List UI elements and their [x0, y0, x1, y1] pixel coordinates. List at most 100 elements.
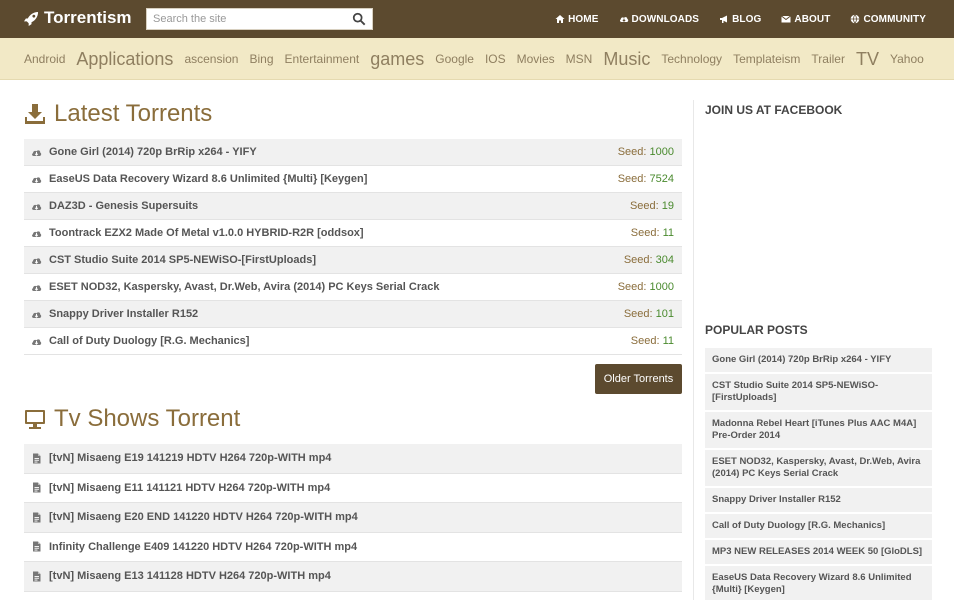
popular-post-item[interactable]: ESET NOD32, Kaspersky, Avast, Dr.Web, Av… [705, 450, 932, 488]
torrent-title[interactable]: Snappy Driver Installer R152 [49, 308, 624, 320]
globe-icon [851, 14, 860, 24]
tag-link[interactable]: Entertainment [285, 52, 360, 66]
tv-show-row[interactable]: [tvN] Misaeng E19 141219 HDTV H264 720p-… [24, 444, 682, 474]
tv-show-title[interactable]: [tvN] Misaeng E20 END 141220 HDTV H264 7… [49, 511, 682, 523]
tag-link[interactable]: games [370, 49, 424, 70]
torrent-title[interactable]: CST Studio Suite 2014 SP5-NEWiSO-[FirstU… [49, 254, 624, 266]
torrent-title[interactable]: EaseUS Data Recovery Wizard 8.6 Unlimite… [49, 173, 618, 185]
torrent-row[interactable]: Toontrack EZX2 Made Of Metal v1.0.0 HYBR… [24, 220, 682, 247]
latest-torrents-heading: Latest Torrents [24, 100, 212, 128]
file-icon [33, 571, 41, 582]
search-icon[interactable] [352, 12, 366, 26]
nav-downloads[interactable]: DOWNLOADS [619, 14, 700, 25]
nav-about[interactable]: ABOUT [781, 14, 830, 25]
row-icon [31, 255, 49, 266]
file-icon [33, 453, 41, 464]
tag-link[interactable]: Music [603, 49, 650, 70]
seed-number: 1000 [649, 146, 674, 158]
row-icon [31, 512, 49, 523]
torrent-row[interactable]: ESET NOD32, Kaspersky, Avast, Dr.Web, Av… [24, 274, 682, 301]
tag-link[interactable]: ascension [184, 52, 238, 66]
seed-count: Seed: 1000 [618, 281, 674, 293]
row-icon [31, 336, 49, 347]
tv-show-row[interactable]: [tvN] Misaeng E11 141121 HDTV H264 720p-… [24, 474, 682, 503]
search-box [146, 8, 373, 30]
popular-posts-list: Gone Girl (2014) 720p BrRip x264 - YIFY C… [705, 348, 932, 600]
envelope-icon [781, 15, 792, 23]
cloud-download-icon [619, 17, 628, 22]
torrent-row[interactable]: DAZ3D - Genesis Supersuits Seed: 19 [24, 193, 682, 220]
nav-home-label: HOME [568, 13, 599, 25]
popular-post-item[interactable]: MP3 NEW RELEASES 2014 WEEK 50 [GloDLS] [705, 540, 932, 566]
tag-link[interactable]: IOS [485, 52, 506, 66]
sidebar-divider [693, 100, 694, 600]
nav-community-label: COMMUNITY [863, 13, 926, 25]
popular-post-item[interactable]: CST Studio Suite 2014 SP5-NEWiSO-[FirstU… [705, 374, 932, 412]
tv-show-row[interactable]: Infinity Challenge E409 141220 HDTV H264… [24, 533, 682, 562]
cloud-download-icon [32, 338, 42, 345]
torrent-title[interactable]: Gone Girl (2014) 720p BrRip x264 - YIFY [49, 146, 618, 158]
tag-link[interactable]: Technology [661, 52, 722, 66]
torrent-title[interactable]: ESET NOD32, Kaspersky, Avast, Dr.Web, Av… [49, 281, 618, 293]
tv-show-row[interactable] [24, 592, 682, 600]
tag-link[interactable]: Trailer [811, 52, 845, 66]
cloud-download-icon [32, 149, 42, 156]
row-icon [31, 482, 49, 493]
tv-show-row[interactable]: [tvN] Misaeng E20 END 141220 HDTV H264 7… [24, 503, 682, 533]
tag-link[interactable]: Movies [517, 52, 555, 66]
latest-torrents-title: Latest Torrents [54, 100, 213, 127]
tv-show-title[interactable]: Infinity Challenge E409 141220 HDTV H264… [49, 541, 682, 553]
tag-link[interactable]: Google [435, 52, 474, 66]
row-icon [31, 282, 49, 293]
tv-show-title[interactable]: [tvN] Misaeng E13 141128 HDTV H264 720p-… [49, 570, 682, 582]
nav-about-label: ABOUT [794, 13, 831, 25]
seed-count: Seed: 1000 [618, 146, 674, 158]
torrent-row[interactable]: Gone Girl (2014) 720p BrRip x264 - YIFY S… [24, 139, 682, 166]
seed-label: Seed: [630, 335, 660, 347]
tv-show-title[interactable]: [tvN] Misaeng E19 141219 HDTV H264 720p-… [49, 452, 682, 464]
cloud-download-icon [32, 203, 42, 210]
search-input[interactable] [147, 9, 347, 29]
row-icon [31, 309, 49, 320]
popular-post-item[interactable]: EaseUS Data Recovery Wizard 8.6 Unlimite… [705, 566, 932, 600]
nav-home[interactable]: HOME [555, 14, 598, 25]
torrent-row[interactable]: Snappy Driver Installer R152 Seed: 101 [24, 301, 682, 328]
tag-link[interactable]: Android [24, 52, 65, 66]
popular-post-item[interactable]: Snappy Driver Installer R152 [705, 488, 932, 514]
popular-post-item[interactable]: Madonna Rebel Heart [iTunes Plus AAC M4A… [705, 412, 932, 450]
nav-downloads-label: DOWNLOADS [631, 13, 700, 25]
tag-link[interactable]: Yahoo [890, 52, 924, 66]
tag-cloud-bar: Android Applications ascension Bing Entertai… [0, 38, 954, 80]
tag-link[interactable]: MSN [566, 52, 593, 66]
row-icon [31, 571, 49, 582]
tv-show-title[interactable]: [tvN] Misaeng E11 141121 HDTV H264 720p-… [49, 482, 682, 494]
nav-blog[interactable]: BLOG [719, 14, 761, 25]
older-torrents-button[interactable]: Older Torrents [595, 364, 682, 394]
tag-link[interactable]: Bing [249, 52, 273, 66]
nav-community[interactable]: COMMUNITY [850, 14, 926, 25]
tv-show-row[interactable]: [tvN] Misaeng E13 141128 HDTV H264 720p-… [24, 562, 682, 592]
seed-label: Seed: [617, 281, 647, 293]
torrent-title[interactable]: Call of Duty Duology [R.G. Mechanics] [49, 335, 631, 347]
seed-number: 101 [655, 308, 674, 320]
torrent-title[interactable]: DAZ3D - Genesis Supersuits [49, 200, 630, 212]
torrent-row[interactable]: EaseUS Data Recovery Wizard 8.6 Unlimite… [24, 166, 682, 193]
rocket-icon [24, 11, 39, 26]
site-logo[interactable]: Torrentism [24, 8, 132, 28]
nav-blog-label: BLOG [732, 13, 762, 25]
tv-icon [25, 410, 45, 429]
torrent-title[interactable]: Toontrack EZX2 Made Of Metal v1.0.0 HYBR… [49, 227, 631, 239]
popular-post-item[interactable]: Gone Girl (2014) 720p BrRip x264 - YIFY [705, 348, 932, 374]
seed-count: Seed: 7524 [618, 173, 674, 185]
cloud-download-icon [32, 230, 42, 237]
tag-link[interactable]: Templateism [733, 52, 800, 66]
home-icon [555, 15, 565, 23]
facebook-widget [705, 125, 932, 305]
torrent-row[interactable]: Call of Duty Duology [R.G. Mechanics] See… [24, 328, 682, 355]
torrent-row[interactable]: CST Studio Suite 2014 SP5-NEWiSO-[FirstU… [24, 247, 682, 274]
tag-link[interactable]: Applications [76, 49, 173, 70]
tag-link[interactable]: TV [856, 49, 879, 70]
top-header: Torrentism HOME DOWNLOADS BLOG ABOUT COM… [0, 0, 954, 38]
seed-label: Seed: [623, 254, 653, 266]
popular-post-item[interactable]: Call of Duty Duology [R.G. Mechanics] [705, 514, 932, 540]
